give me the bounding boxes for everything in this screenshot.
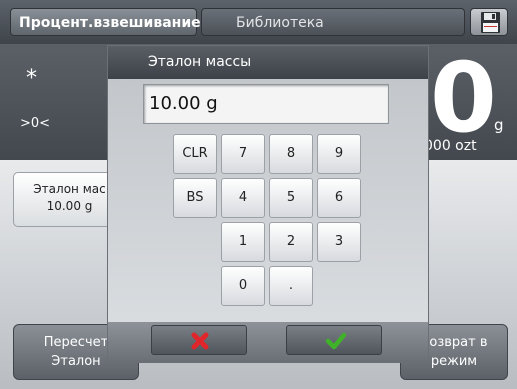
cancel-button[interactable] [151,325,247,355]
reference-weight-dialog: Эталон массы 10.00 g CLR 7 8 9 BS 4 5 6 … [107,45,429,363]
dialog-title: Эталон массы [148,54,252,70]
dialog-header: Эталон массы [108,46,428,79]
stable-indicator: * [26,66,37,91]
dialog-footer [108,322,428,362]
key-backspace[interactable]: BS [173,178,217,218]
floppy-disk-icon [481,12,500,33]
red-x-icon [191,332,209,350]
key-3[interactable]: 3 [317,222,361,262]
weight-input-field[interactable]: 10.00 g [143,84,389,124]
weight-value: 0 [430,42,497,154]
top-tab-bar: Процент.взвешивание Библиотека [0,0,517,44]
key-clr[interactable]: CLR [173,134,217,174]
key-7[interactable]: 7 [221,134,265,174]
key-5[interactable]: 5 [269,178,313,218]
key-8[interactable]: 8 [269,134,313,174]
save-button[interactable] [470,8,508,36]
secondary-weight-value: 000 ozt [424,138,477,154]
key-4[interactable]: 4 [221,178,265,218]
confirm-button[interactable] [286,325,382,355]
key-6[interactable]: 6 [317,178,361,218]
tab-library[interactable]: Библиотека [201,8,465,36]
key-9[interactable]: 9 [317,134,361,174]
tab-percent-weighing[interactable]: Процент.взвешивание [10,8,201,36]
key-2[interactable]: 2 [269,222,313,262]
center-of-zero-indicator: >0< [20,116,51,131]
key-0[interactable]: 0 [221,266,265,306]
key-decimal-point[interactable]: . [269,266,313,306]
green-check-icon [325,332,347,350]
key-1[interactable]: 1 [221,222,265,262]
weight-unit: g [494,116,504,134]
